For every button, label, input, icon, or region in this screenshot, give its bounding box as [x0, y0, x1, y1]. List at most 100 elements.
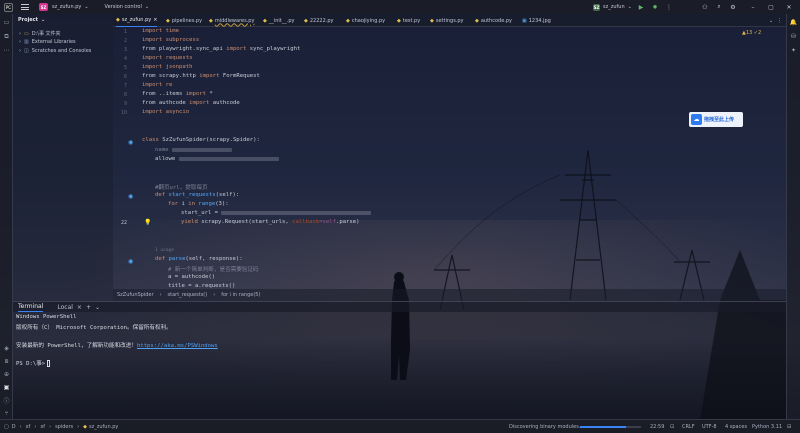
minimize-icon[interactable]: – — [748, 2, 758, 12]
terminal-header: Terminal Local × + ⌄ — [13, 301, 786, 312]
code-class-line: class SzZufunSpider(scrapy.Spider): — [142, 137, 260, 143]
close-icon[interactable]: × — [153, 17, 157, 23]
python-file-icon: ◆ — [209, 17, 213, 24]
search-icon[interactable]: ⌕ — [714, 2, 724, 12]
baidu-upload-widget[interactable]: ☁ 拖拽至此上传 — [689, 112, 743, 127]
debug-icon[interactable]: ✹ — [650, 2, 660, 12]
progress-fill — [580, 426, 626, 428]
line-number: 8 — [123, 92, 127, 98]
path-segment: D — [11, 424, 16, 430]
pycharm-logo-icon: PC — [4, 2, 13, 12]
main-menu-icon[interactable] — [21, 4, 29, 10]
tab-middlewares[interactable]: ◆ middlewares.py — [209, 14, 254, 27]
chevron-right-icon: › — [19, 30, 21, 37]
maximize-icon[interactable]: ▢ — [766, 2, 776, 12]
python-file-icon: ◆ — [304, 17, 308, 24]
chevron-down-icon: ⌄ — [41, 17, 46, 23]
terminal-prompt[interactable]: PS D:\事> — [16, 359, 51, 367]
problems-icon[interactable]: ⓘ — [2, 396, 11, 405]
tab-local[interactable]: Local — [57, 304, 73, 311]
line-number: 10 — [120, 110, 127, 116]
breadcrumb-item[interactable]: SzZufunSpider — [117, 292, 154, 298]
tab-authcode[interactable]: ◆ authcode.py — [475, 14, 512, 27]
tab-1234-jpg[interactable]: ▣ 1234.jpg — [522, 14, 551, 27]
tab-terminal[interactable]: Terminal — [18, 303, 44, 312]
tab-label: chaojiying.py — [351, 17, 386, 24]
add-tab-icon[interactable]: + — [86, 304, 91, 311]
gutter-override-icon[interactable]: ◉ — [128, 193, 133, 200]
tab-test[interactable]: ◆ test.py — [397, 14, 420, 27]
tree-item-scratches[interactable]: › ◫ Scratches and Consoles — [19, 48, 91, 54]
path-segment: sz_zufun.py — [89, 424, 119, 430]
project-tool-icon[interactable]: ▭ — [2, 18, 11, 27]
current-line-number: 22 — [120, 220, 127, 226]
chevron-down-icon[interactable]: ⌄ — [95, 304, 100, 311]
caret-position[interactable]: 22:59 — [650, 420, 664, 433]
tab-label: settings.py — [435, 17, 464, 24]
python-interpreter[interactable]: Python 3.11 — [752, 420, 782, 433]
more-tools-icon[interactable]: ⋯ — [2, 46, 11, 55]
image-file-icon: ▣ — [522, 17, 527, 24]
status-path[interactable]: ▢ D › xf › xf › spiders › ◆ sz_zufun.py — [4, 420, 118, 433]
line-number: 3 — [123, 47, 127, 53]
inspection-widget[interactable]: ▲13 ✓2 — [742, 30, 761, 36]
project-panel-header[interactable]: Project ⌄ — [18, 17, 45, 23]
notifications-icon[interactable]: 🔔 — [789, 18, 798, 27]
tab-sz-zufun[interactable]: ◆ sz_zufun.py × — [116, 14, 158, 27]
tab-more-icon[interactable]: ⋮ — [777, 14, 782, 27]
tab-init[interactable]: ◆ __init__.py — [263, 14, 295, 27]
gutter-override-icon[interactable]: ◉ — [128, 258, 133, 265]
run-config-selector[interactable]: SZ sz_zufun ⌄ — [593, 0, 632, 14]
settings-icon[interactable]: ⚙ — [728, 2, 738, 12]
line-separator[interactable]: CRLF — [682, 420, 695, 433]
line-number: 9 — [123, 101, 127, 107]
python-console-icon[interactable]: ⧈ — [2, 357, 11, 366]
indent-setting[interactable]: 4 spaces — [725, 420, 747, 433]
database-icon[interactable]: ⛁ — [789, 32, 798, 41]
more-options-icon[interactable]: ⋮ — [664, 2, 674, 12]
tab-chaojiying[interactable]: ◆ chaojiying.py — [346, 14, 385, 27]
tab-label: test.py — [402, 17, 421, 24]
tab-22222[interactable]: ◆ 22222.py — [304, 14, 334, 27]
indexing-status[interactable]: Discovering binary modules... — [509, 420, 584, 433]
editor-tabs: ◆ sz_zufun.py × ◆ pipelines.py ◆ middlew… — [113, 14, 786, 27]
usages-hint[interactable]: 1 usage — [155, 248, 174, 253]
python-packages-icon[interactable]: ◈ — [2, 344, 11, 353]
tab-label: pipelines.py — [171, 17, 203, 24]
tab-pipelines[interactable]: ◆ pipelines.py — [166, 14, 202, 27]
tab-label: 22222.py — [309, 17, 334, 24]
breadcrumb-item[interactable]: start_requests() — [168, 292, 208, 298]
vcs-selector[interactable]: Version control ⌄ — [105, 0, 150, 14]
lock-icon[interactable]: ⊟ — [787, 420, 791, 433]
run-icon[interactable]: ▶ — [636, 2, 646, 12]
gutter-implemented-icon[interactable]: ◉ — [128, 139, 133, 146]
tab-label: middlewares.py — [214, 17, 255, 24]
close-icon[interactable]: × — [77, 304, 82, 311]
intention-bulb-icon[interactable]: 💡 — [144, 219, 151, 226]
powershell-link[interactable]: https://aka.ms/PSWindows — [137, 343, 218, 349]
project-selector[interactable]: sz_zufun.py ⌄ — [52, 0, 89, 14]
account-icon[interactable]: ⚇ — [700, 2, 710, 12]
close-icon[interactable]: ✕ — [784, 2, 794, 12]
file-encoding[interactable]: UTF-8 — [702, 420, 717, 433]
readonly-icon[interactable]: ⊡ — [670, 420, 674, 433]
code-for-line: for i in range(3): — [168, 201, 229, 207]
python-file-icon: ◆ — [475, 17, 479, 24]
breadcrumb-item[interactable]: for i in range(5) — [221, 292, 260, 298]
tab-settings[interactable]: ◆ settings.py — [430, 14, 464, 27]
library-icon: ▥ — [24, 39, 29, 45]
services-icon[interactable]: ⊕ — [2, 370, 11, 379]
line-number: 2 — [123, 38, 127, 44]
terminal-line: 版权所有（C） Microsoft Corporation。保留所有权利。 — [16, 325, 172, 331]
path-segment: xf — [40, 424, 46, 430]
terminal-tool-icon[interactable]: ▣ — [2, 383, 11, 392]
git-icon[interactable]: ⑂ — [2, 409, 11, 418]
breadcrumb-separator: › — [159, 292, 162, 298]
python-file-icon: ◆ — [430, 17, 434, 24]
python-file-icon: ◆ — [346, 17, 350, 24]
ai-assistant-icon[interactable]: ✦ — [789, 46, 798, 55]
tab-list-icon[interactable]: ⌄ — [769, 14, 773, 27]
tree-item-root[interactable]: › ▭ D:\事 文件夹 — [19, 30, 61, 38]
structure-tool-icon[interactable]: ⧉ — [2, 32, 11, 41]
tree-item-external-libraries[interactable]: › ▥ External Libraries — [19, 39, 76, 45]
